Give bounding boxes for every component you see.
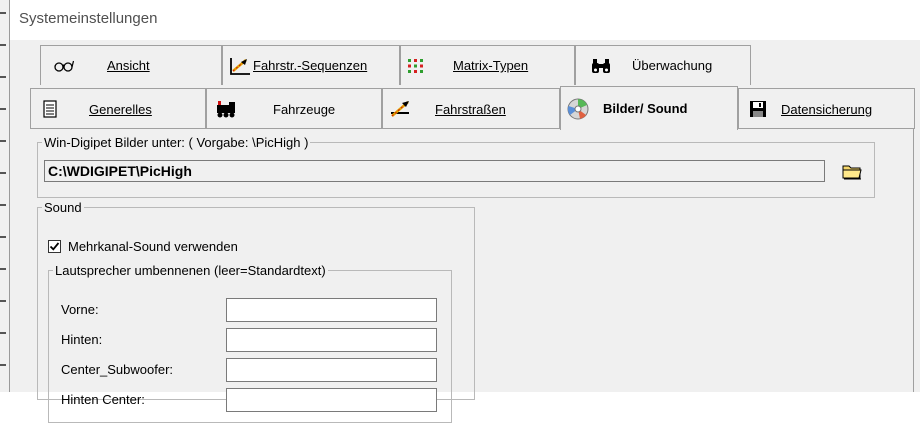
tab-ansicht[interactable]: Ansicht <box>40 45 222 85</box>
binoculars-icon <box>590 56 612 76</box>
tab-generelles[interactable]: Generelles <box>30 88 206 129</box>
glasses-icon <box>53 56 75 76</box>
edge-tick <box>0 108 6 110</box>
speaker-rear-label: Hinten: <box>61 332 103 347</box>
speaker-rear-input[interactable] <box>226 328 437 352</box>
left-edge-strip <box>0 0 9 392</box>
tab-panel-border <box>30 128 914 129</box>
speaker-center-subwoofer-label: Center_Subwoofer: <box>61 362 174 377</box>
checkmark-icon <box>49 242 60 251</box>
sound-legend: Sound <box>44 200 82 215</box>
images-path-legend: Win-Digipet Bilder unter: ( Vorgabe: \Pi… <box>44 135 309 150</box>
edge-tick <box>0 268 6 270</box>
edge-tick <box>0 12 6 14</box>
edge-tick <box>0 76 6 78</box>
speakers-group: Lautsprecher umbennenen (leer=Standardte… <box>48 263 452 423</box>
window-title: Systemeinstellungen <box>19 10 158 27</box>
tab-label: Fahrzeuge <box>273 101 336 117</box>
settings-window: Systemeinstellungen Ansicht Fahrstr.-Seq… <box>9 0 920 423</box>
tab-label: Fahrstraßen <box>435 101 506 117</box>
speaker-center-subwoofer-input[interactable] <box>226 358 437 382</box>
edge-tick <box>0 236 6 238</box>
multichannel-row: Mehrkanal-Sound verwenden <box>48 239 238 254</box>
tab-matrix-typen[interactable]: Matrix-Typen <box>400 45 575 85</box>
sound-group: Sound Mehrkanal-Sound verwenden Lautspre… <box>37 200 475 423</box>
tab-label: Datensicherung <box>781 101 873 117</box>
tab-label: Ansicht <box>107 58 150 73</box>
folder-icon <box>842 162 862 183</box>
edge-tick <box>0 140 6 142</box>
edge-tick <box>0 204 6 206</box>
speaker-rear-center-label: Hinten Center: <box>61 392 145 407</box>
tab-datensicherung[interactable]: Datensicherung <box>738 88 915 129</box>
edge-tick <box>0 44 6 46</box>
document-icon <box>39 99 61 119</box>
tab-label: Matrix-Typen <box>453 58 529 73</box>
speaker-front-input[interactable] <box>226 298 437 322</box>
edge-tick <box>0 172 6 174</box>
multichannel-label: Mehrkanal-Sound verwenden <box>68 239 238 254</box>
route-sequence-icon <box>229 56 251 76</box>
locomotive-icon <box>215 99 237 119</box>
edge-tick <box>0 300 6 302</box>
images-path-group: Win-Digipet Bilder unter: ( Vorgabe: \Pi… <box>37 135 875 198</box>
tab-label: Überwachung <box>632 58 713 73</box>
title-bar: Systemeinstellungen <box>10 0 920 40</box>
tab-fahrstrassen[interactable]: Fahrstraßen <box>382 88 560 129</box>
images-path-field[interactable]: C:\WDIGIPET\PicHigh <box>44 160 825 182</box>
cd-icon <box>567 98 589 119</box>
browse-folder-button[interactable] <box>840 160 864 184</box>
floppy-icon <box>747 99 769 119</box>
tab-bilder-sound[interactable]: Bilder/ Sound <box>560 86 738 130</box>
tab-ueberwachung[interactable]: Überwachung <box>575 45 751 85</box>
edge-tick <box>0 364 6 366</box>
route-icon <box>389 99 411 119</box>
multichannel-checkbox[interactable] <box>48 240 61 253</box>
tab-fahrzeuge[interactable]: Fahrzeuge <box>206 88 382 129</box>
speakers-legend: Lautsprecher umbennenen (leer=Standardte… <box>55 263 326 278</box>
tab-label: Bilder/ Sound <box>603 101 688 116</box>
tab-panel-border-right <box>913 128 914 392</box>
tab-label: Fahrstr.-Sequenzen <box>253 58 368 73</box>
tab-fahrstr-sequenzen[interactable]: Fahrstr.-Sequenzen <box>222 45 400 85</box>
edge-tick <box>0 332 6 334</box>
speaker-front-label: Vorne: <box>61 302 99 317</box>
tab-label: Generelles <box>89 101 152 117</box>
matrix-icon <box>405 56 427 76</box>
